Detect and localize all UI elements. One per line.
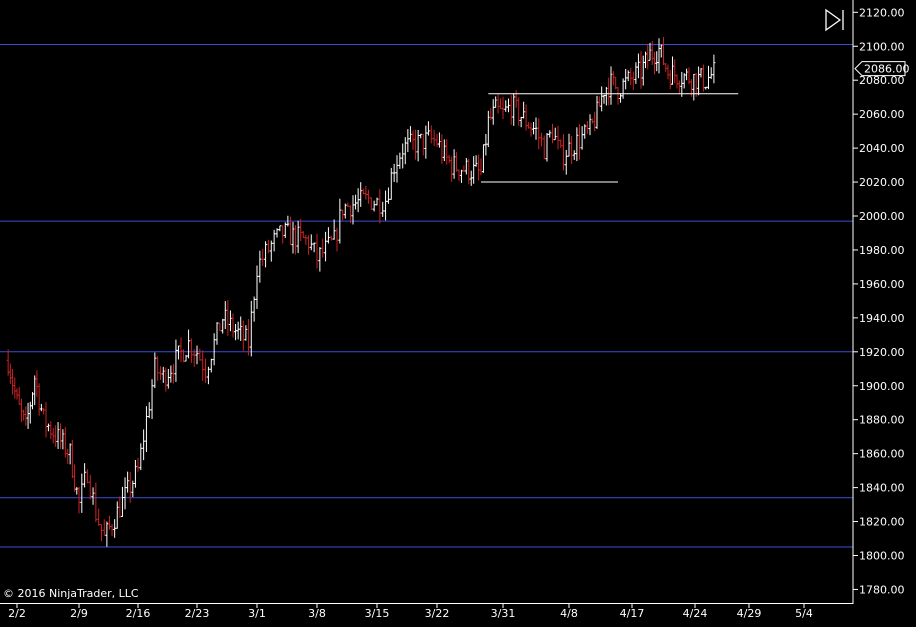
- y-tick-label: 1820.00: [859, 516, 905, 529]
- y-tick-label: 1980.00: [859, 244, 905, 257]
- x-tick-label: 4/29: [737, 607, 762, 620]
- x-tick-label: 2/9: [70, 607, 88, 620]
- x-tick-label: 3/22: [425, 607, 450, 620]
- y-tick-label: 1920.00: [859, 346, 905, 359]
- x-tick-label: 2/16: [126, 607, 151, 620]
- current-price-marker: 2086.00: [854, 61, 910, 77]
- y-tick-label: 2020.00: [859, 176, 905, 189]
- y-tick-label: 1940.00: [859, 312, 905, 325]
- y-tick-label: 1840.00: [859, 482, 905, 495]
- y-tick-label: 2080.00: [859, 74, 905, 87]
- current-price-label: 2086.00: [864, 63, 910, 76]
- y-tick-label: 1860.00: [859, 448, 905, 461]
- y-tick-label: 1900.00: [859, 380, 905, 393]
- x-tick-label: 4/24: [683, 607, 708, 620]
- y-tick-label: 2060.00: [859, 108, 905, 121]
- x-tick-label: 3/31: [491, 607, 516, 620]
- y-tick-label: 1880.00: [859, 414, 905, 427]
- x-tick-label: 4/8: [560, 607, 578, 620]
- x-tick-label: 3/8: [308, 607, 326, 620]
- y-tick-label: 1800.00: [859, 550, 905, 563]
- y-tick-label: 2040.00: [859, 142, 905, 155]
- x-tick-label: 2/2: [8, 607, 26, 620]
- y-tick-label: 1960.00: [859, 278, 905, 291]
- x-tick-label: 2/23: [185, 607, 210, 620]
- copyright-text: © 2016 NinjaTrader, LLC: [3, 587, 139, 600]
- x-tick-label: 3/1: [248, 607, 266, 620]
- chart-background: [0, 0, 916, 627]
- y-tick-label: 2100.00: [859, 40, 905, 53]
- price-chart[interactable]: 1780.00 1800.00 1820.00 1840.00 1860.00 1880.…: [0, 0, 916, 627]
- x-tick-label: 5/4: [795, 607, 813, 620]
- y-tick-label: 2000.00: [859, 210, 905, 223]
- x-tick-label: 3/15: [365, 607, 390, 620]
- x-tick-label: 4/17: [620, 607, 645, 620]
- y-tick-label: 2120.00: [859, 6, 905, 19]
- y-tick-label: 1780.00: [859, 583, 905, 596]
